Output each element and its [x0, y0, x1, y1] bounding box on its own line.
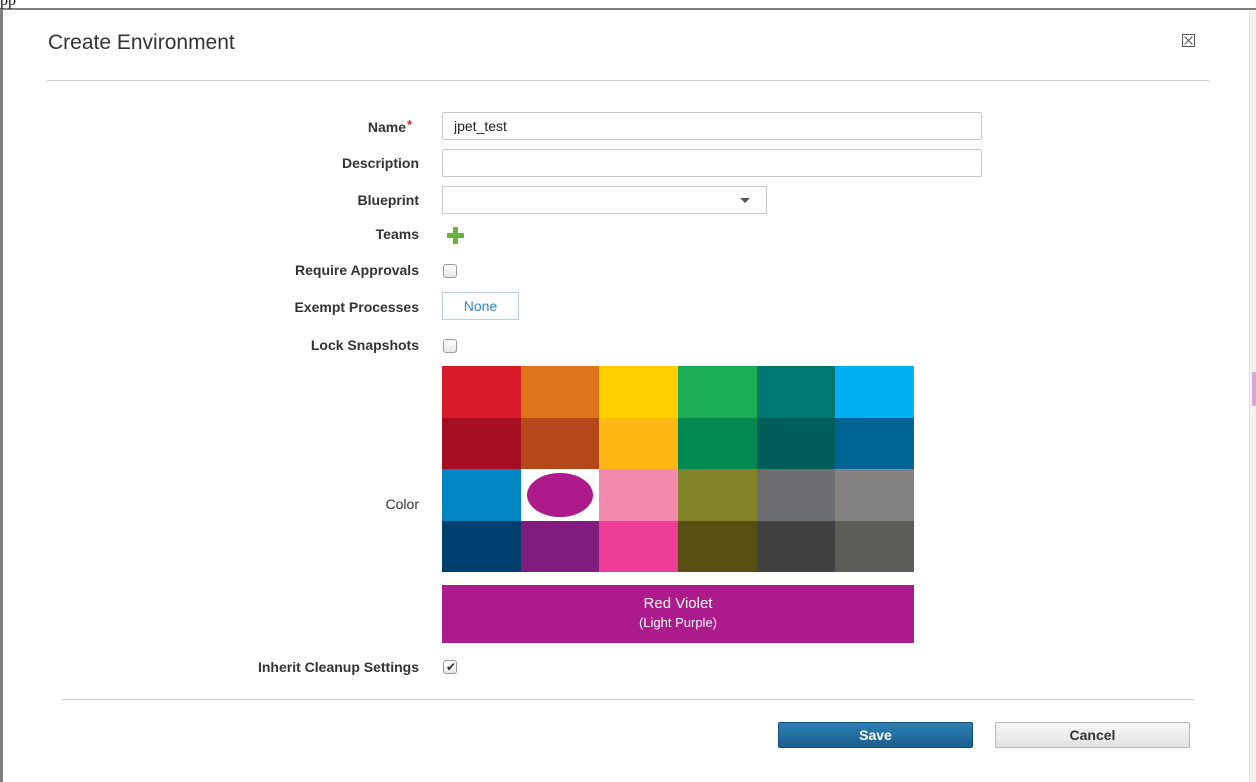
lock-snapshots-checkbox[interactable] — [443, 339, 457, 353]
blueprint-select[interactable] — [442, 186, 767, 214]
checkmark-icon: ✔ — [446, 660, 457, 674]
color-swatch[interactable] — [835, 520, 914, 572]
chevron-down-icon — [740, 198, 750, 203]
selected-color-banner: Red Violet (Light Purple) — [442, 585, 914, 643]
color-swatch[interactable] — [835, 366, 914, 418]
lock-snapshots-label: Lock Snapshots — [310, 337, 419, 353]
window-frame-top — [0, 8, 1256, 10]
color-swatch[interactable] — [520, 520, 600, 572]
color-swatch[interactable] — [677, 469, 757, 521]
color-swatch[interactable] — [599, 520, 678, 572]
save-button[interactable]: Save — [778, 722, 973, 748]
color-swatch[interactable] — [442, 417, 521, 469]
window-frame-left — [0, 8, 3, 782]
plus-icon[interactable] — [447, 227, 464, 244]
blueprint-label: Blueprint — [357, 192, 419, 208]
require-approvals-checkbox[interactable] — [443, 264, 457, 278]
color-swatch[interactable] — [756, 469, 836, 521]
color-swatch[interactable] — [835, 469, 914, 521]
color-label: Color — [385, 496, 419, 512]
dialog-title: Create Environment — [48, 31, 235, 54]
color-swatch[interactable] — [599, 417, 678, 469]
inherit-cleanup-label: Inherit Cleanup Settings — [257, 659, 419, 675]
teams-label: Teams — [375, 226, 419, 242]
close-box-icon[interactable] — [1182, 34, 1195, 47]
background-window-edge — [1249, 10, 1256, 782]
description-label: Description — [341, 155, 419, 171]
color-swatch[interactable] — [835, 417, 914, 469]
color-swatch-selected[interactable] — [520, 469, 600, 521]
color-swatch[interactable] — [756, 366, 836, 418]
color-swatch[interactable] — [442, 520, 521, 572]
color-swatch[interactable] — [442, 366, 521, 418]
name-input[interactable] — [442, 112, 982, 140]
color-swatch[interactable] — [756, 520, 836, 572]
color-swatch[interactable] — [756, 417, 836, 469]
exempt-processes-button[interactable]: None — [442, 292, 519, 320]
description-input[interactable] — [442, 149, 982, 177]
color-swatch[interactable] — [442, 469, 521, 521]
required-asterisk: * — [407, 117, 413, 132]
color-swatch[interactable] — [677, 366, 757, 418]
selected-indicator-icon — [526, 472, 593, 517]
color-swatch[interactable] — [520, 417, 600, 469]
background-edge-mark — [1252, 372, 1256, 406]
color-swatch[interactable] — [599, 469, 678, 521]
color-swatch[interactable] — [677, 520, 757, 572]
footer-divider — [62, 699, 1194, 700]
color-swatch[interactable] — [520, 366, 600, 418]
name-label: Name — [367, 119, 406, 135]
color-swatch[interactable] — [599, 366, 678, 418]
require-approvals-label: Require Approvals — [295, 262, 419, 278]
inherit-cleanup-checkbox[interactable]: ✔ — [443, 660, 457, 674]
cancel-button[interactable]: Cancel — [995, 722, 1190, 748]
background-text: pp — [0, 0, 16, 9]
exempt-processes-label: Exempt Processes — [294, 299, 419, 315]
selected-color-subname: (Light Purple) — [638, 615, 718, 630]
selected-color-name: Red Violet — [643, 595, 713, 612]
color-swatch[interactable] — [677, 417, 757, 469]
header-divider — [47, 80, 1209, 81]
color-swatch-grid — [442, 366, 914, 572]
